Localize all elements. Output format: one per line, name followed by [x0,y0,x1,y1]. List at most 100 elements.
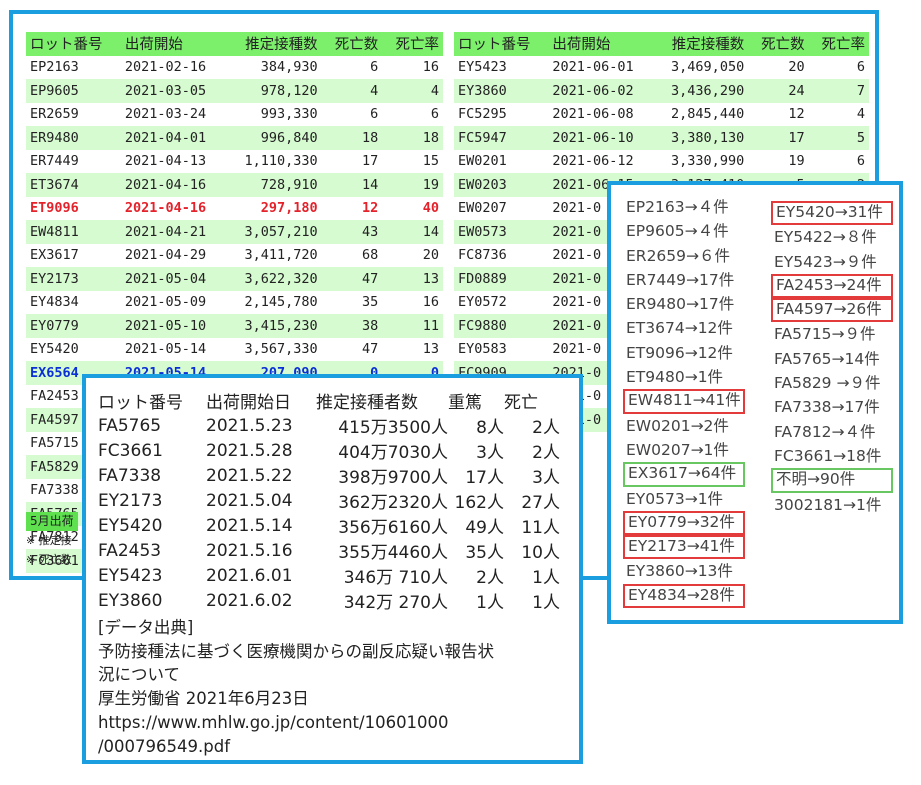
cell-doses: 996,840 [226,126,322,150]
data-source: [データ出典] 予防接種法に基づく医療機関からの副反応疑い報告状 況について 厚… [98,616,568,758]
cell-doses: 3,622,320 [226,267,322,291]
cell-doses: 3,057,210 [226,220,322,244]
report-count-item: EX3617→64件 [623,462,745,487]
cell-deaths: 47 [321,267,383,291]
header-deaths: 死亡数 [748,32,809,56]
lot-table-header: ロット番号 出荷開始 推定接種数 死亡数 死亡率 [454,32,869,56]
cell-doses: 297,180 [260,200,318,217]
report-count-item: EY2173→41件 [623,535,745,560]
cell-lot: EW0207 [458,200,507,217]
cell-death: 10人 [521,543,560,563]
table-row: EY0779 2021-05-10 3,415,230 38 11 [26,314,443,338]
source-url[interactable]: https://www.mhlw.go.jp/content/10601000 [98,711,568,735]
cell-death: 2人 [532,443,560,463]
table-row: EP2163 2021-02-16 384,930 6 16 [26,56,443,80]
report-count-item: ER7449→17件 [626,270,735,289]
header-ship-start: 出荷開始 [548,32,654,56]
cell-serious: 2人 [476,568,504,588]
cell-deaths: 17 [748,126,809,150]
header-serious: 重篤 [448,393,482,413]
cell-doses: 3,330,990 [671,153,745,170]
cell-deaths: 20 [788,59,805,76]
table-row: EX3617 2021-04-29 3,411,720 68 20 [26,244,443,268]
table-row: EY5420 2021.5.14 356万6160人 49人 11人 [98,513,560,539]
may-shipment-bar: 5月出荷 [26,512,78,531]
report-count-item: FA4597→26件 [771,298,893,323]
header-lot: ロット番号 [454,32,549,56]
cell-serious: 1人 [476,593,504,613]
cell-death: 27人 [521,493,560,513]
cell-ship-start: 2021-05-10 [120,314,227,338]
cell-death: 1人 [532,593,560,613]
cell-ship-start: 2021-03-24 [124,106,207,123]
cell-lot: EY3860 [98,590,163,611]
cell-death-rate: 6 [856,153,865,170]
cell-vaccinated: 415万3500人 [338,418,448,438]
cell-lot: EW0573 [454,220,549,244]
cell-death-rate: 4 [856,106,865,123]
note-line: ※ 死亡数 [26,553,72,566]
report-count-item: EY4834→28件 [623,583,745,609]
cell-ship-start: 2021-05-04 [120,267,227,291]
cell-deaths: 68 [362,247,379,264]
report-count-item: EP2163→４件 [626,198,729,216]
cell-death-rate: 18 [382,126,443,150]
cell-lot: ER2659 [30,106,79,123]
table-row: ET9096 2021-04-16 297,180 12 40 [26,197,443,221]
cell-deaths: 24 [748,79,809,103]
report-count-item: ER9480→17件 [626,295,735,314]
cell-doses: 728,910 [226,173,322,197]
cell-lot: EY5420 [30,341,79,358]
table-row: FA2453 2021.5.16 355万4460人 35人 10人 [98,538,560,564]
table-row: ER2659 2021-03-24 993,330 6 6 [26,103,443,127]
source-line: 況について [98,665,181,685]
report-count-item: 不明→90件 [771,468,893,493]
cell-lot: EY5420 [98,515,163,536]
cell-deaths: 18 [321,126,383,150]
cell-deaths: 4 [321,79,383,103]
header-death: 死亡 [504,393,538,413]
header-lot: ロット番号 [26,32,121,56]
cell-doses: 3,415,230 [226,314,322,338]
report-count-item: FA5765→14件 [774,349,880,368]
table-row: ER9480 2021-04-01 996,840 18 18 [26,126,443,150]
report-count-item: ET9480→1件 [626,368,724,387]
cell-lot: FA7338 [98,465,162,486]
table-row: FC5295 2021-06-08 2,845,440 12 4 [454,103,869,127]
cell-deaths: 14 [321,173,383,197]
cell-lot: EW0201 [458,153,507,170]
cell-lot: EW0203 [454,173,549,197]
cell-death-rate: 20 [422,247,439,264]
cell-lot: ET9096 [30,200,79,217]
table-row: EY2173 2021.5.04 362万2320人 162人 27人 [98,488,560,514]
report-count-item: FA5715→９件 [774,325,876,344]
cell-ship-start: 2021-02-16 [124,59,207,76]
report-count-item: EY5423→９件 [774,252,877,271]
cell-lot: EW4811 [26,220,121,244]
cell-lot: EY0779 [26,314,121,338]
report-count-item: FA5829 →９件 [774,374,881,393]
source-url[interactable]: /000796549.pdf [98,735,568,759]
cell-doses: 384,930 [260,59,318,76]
report-count-item: EW0201→2件 [626,416,729,435]
table-row: FA7338 2021.5.22 398万9700人 17人 3人 [98,463,560,489]
table-row: FC5947 2021-06-10 3,380,130 17 5 [454,126,869,150]
header-lot: ロット番号 [98,393,183,413]
report-count-item: ET3674→12件 [626,319,733,338]
cell-ship-start: 2021-06-02 [548,79,654,103]
cell-deaths: 19 [788,153,805,170]
cell-ship-start: 2021-04-16 [120,173,227,197]
cell-lot: EP2163 [30,59,79,76]
cell-doses: 2,145,780 [244,294,318,311]
cell-lot: ER9480 [26,126,121,150]
cell-lot: FD0889 [454,267,549,291]
source-line: 予防接種法に基づく医療機関からの副反応疑い報告状 [98,641,494,661]
header-doses: 推定接種数 [653,32,749,56]
cell-vaccinated: 398万9700人 [338,468,448,488]
table-row: EY5423 2021-06-01 3,469,050 20 6 [454,56,869,80]
header-death-rate: 死亡率 [382,32,443,56]
report-count-panel: EP2163→４件 EP9605→４件 ER2659→６件 ER7449→17件 ER9… [607,181,903,624]
cell-doses: 978,120 [226,79,322,103]
report-count-item: EP9605→４件 [626,222,729,241]
cell-lot: FC3661 [98,440,163,461]
